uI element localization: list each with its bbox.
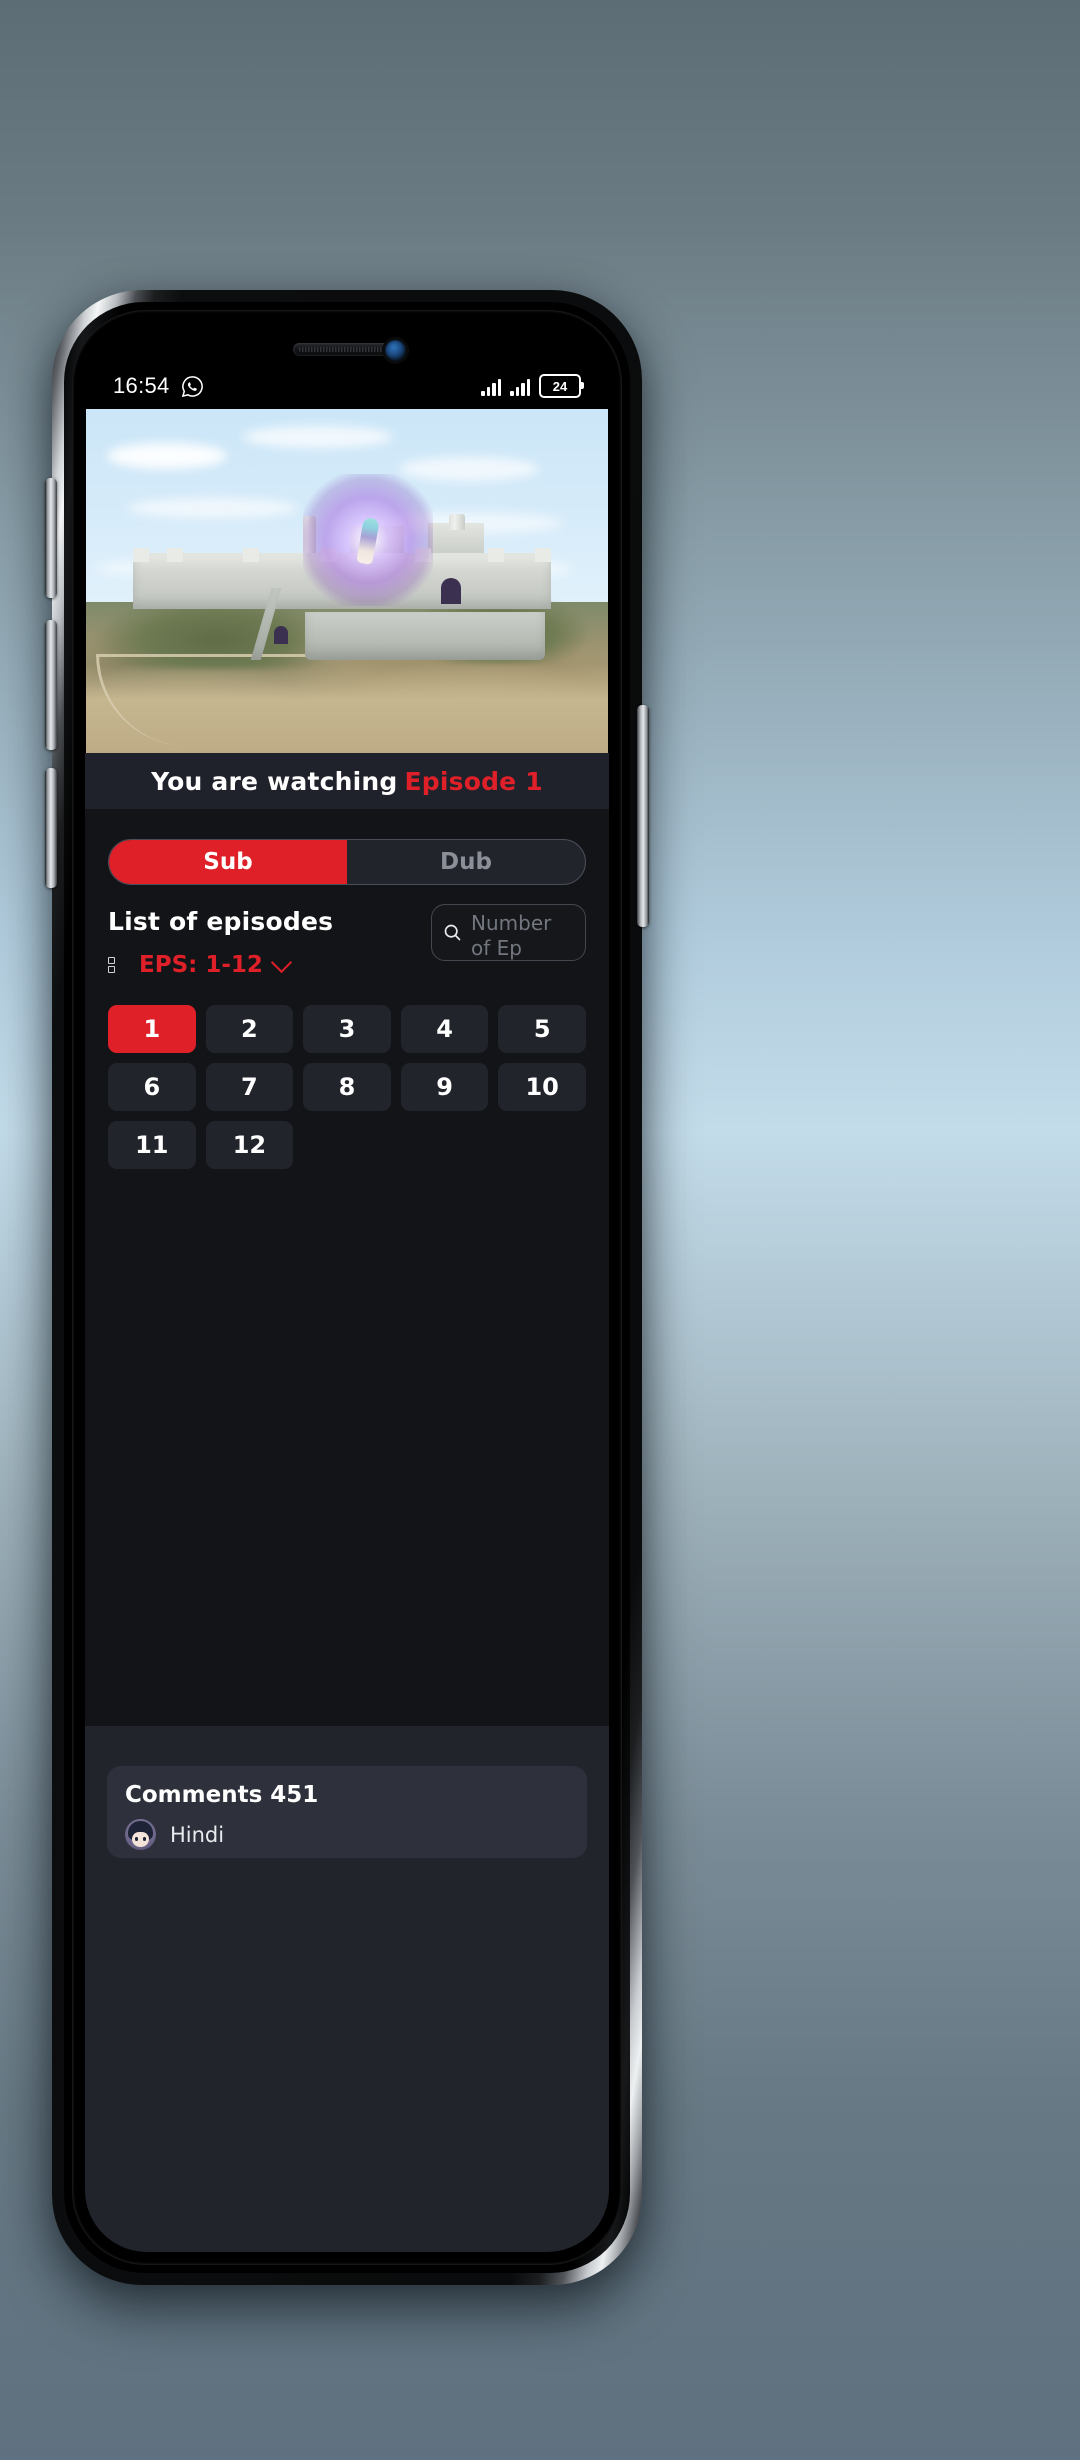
episode-button[interactable]: 2 — [205, 1005, 294, 1053]
episode-range-label: EPS: 1-12 — [139, 952, 263, 978]
castle-turret — [448, 513, 465, 530]
phone-device: 16:54 24 You are watching Episode 1 Sub … — [45, 290, 649, 2285]
comment-user-row[interactable]: Hindi — [125, 1819, 569, 1850]
episode-button[interactable]: 1 — [108, 1005, 196, 1053]
comments-section: Comments 451 Hindi — [85, 1726, 609, 2252]
now-watching-banner: You are watching Episode 1 — [85, 753, 609, 809]
dub-tab[interactable]: Dub — [347, 840, 585, 884]
volume-down-button[interactable] — [45, 620, 57, 750]
episode-button[interactable]: 10 — [498, 1063, 586, 1111]
watching-episode-label: Episode 1 — [404, 766, 543, 796]
episode-button[interactable]: 11 — [108, 1121, 196, 1169]
wall-merlon — [487, 547, 504, 562]
search-input-placeholder[interactable]: Number of Ep — [471, 911, 571, 960]
whatsapp-icon — [181, 375, 204, 398]
mute-switch-button[interactable] — [45, 768, 57, 888]
wall-merlon — [534, 547, 551, 562]
wall-merlon — [166, 547, 183, 562]
status-bar-right: 24 — [481, 374, 584, 398]
episode-button[interactable]: 5 — [498, 1005, 586, 1053]
episode-grid: 1 2 3 4 5 6 7 8 9 10 11 12 — [108, 1005, 586, 1169]
episode-button[interactable]: 3 — [303, 1005, 391, 1053]
status-bar: 16:54 24 — [85, 363, 609, 409]
cloud — [242, 426, 393, 449]
search-icon — [442, 922, 463, 943]
castle-lower-wall — [305, 611, 546, 661]
phone-screen: 16:54 24 You are watching Episode 1 Sub … — [85, 323, 609, 2252]
episode-button[interactable]: 6 — [108, 1063, 196, 1111]
signal-bars-icon-sim2 — [510, 377, 530, 396]
power-button[interactable] — [637, 705, 649, 927]
sub-tab[interactable]: Sub — [109, 840, 347, 884]
castle-gate — [273, 625, 288, 644]
episode-button[interactable]: 4 — [400, 1005, 489, 1053]
video-frame[interactable] — [86, 409, 608, 753]
video-player[interactable] — [85, 409, 609, 753]
castle-gate — [440, 577, 461, 604]
front-camera-icon — [385, 340, 406, 361]
status-time: 16:54 — [113, 373, 170, 398]
battery-icon: 24 — [539, 374, 584, 398]
list-icon — [108, 957, 128, 973]
avatar — [125, 1819, 156, 1850]
episodes-panel: Sub Dub List of episodes EPS: 1-12 Numbe… — [85, 809, 609, 1726]
chevron-down-icon — [270, 951, 293, 974]
signal-bars-icon-sim1 — [481, 377, 501, 396]
status-bar-left: 16:54 — [113, 373, 204, 399]
wall-merlon — [132, 547, 149, 562]
battery-level-label: 24 — [552, 378, 568, 394]
comment-username: Hindi — [170, 1822, 225, 1847]
wall-merlon — [242, 547, 259, 562]
watching-prefix-label: You are watching — [151, 766, 398, 796]
comments-title: Comments 451 — [125, 1782, 319, 1808]
episode-button[interactable]: 7 — [205, 1063, 294, 1111]
episode-button[interactable]: 9 — [400, 1063, 489, 1111]
episode-button[interactable]: 8 — [303, 1063, 391, 1111]
episode-button[interactable]: 12 — [205, 1121, 294, 1169]
comments-card[interactable]: Comments 451 Hindi — [107, 1766, 587, 1858]
episode-search-box[interactable]: Number of Ep — [431, 904, 586, 961]
sub-dub-toggle[interactable]: Sub Dub — [108, 839, 586, 885]
volume-up-button[interactable] — [45, 478, 57, 598]
